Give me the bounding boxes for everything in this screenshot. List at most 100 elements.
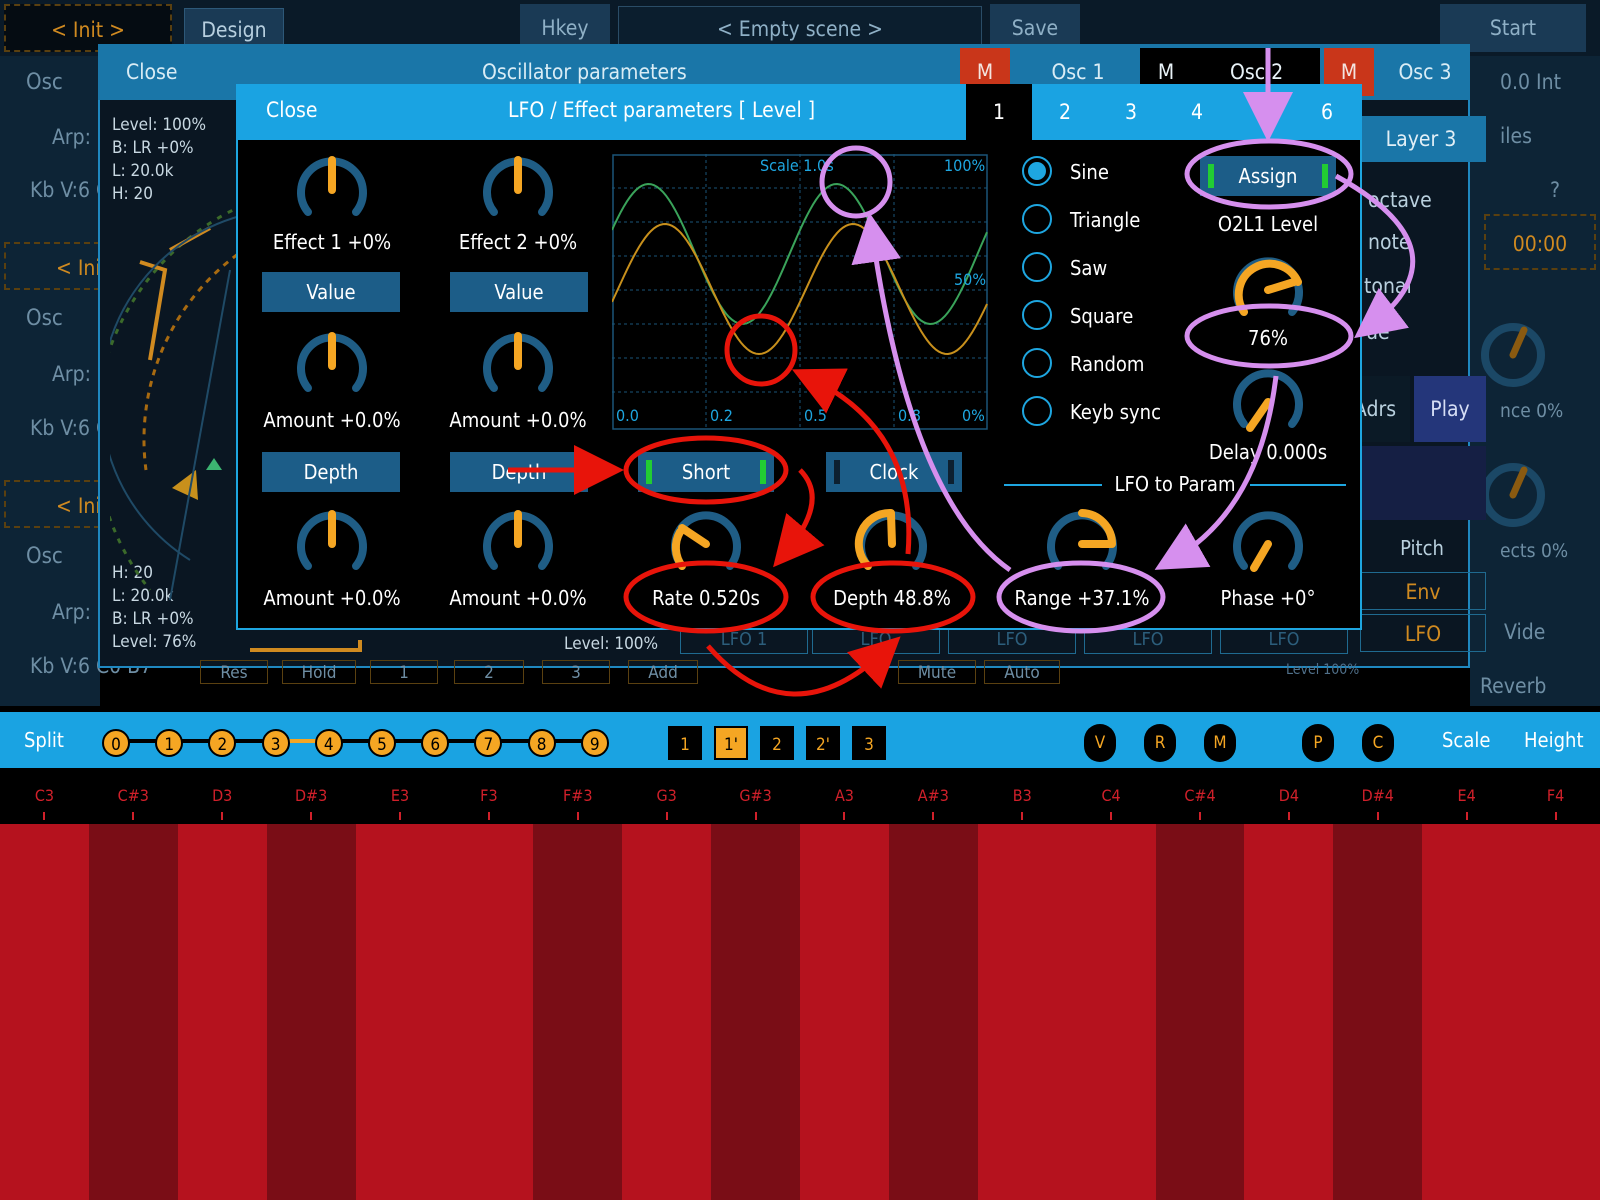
init-layer2[interactable]: < Ini: [4, 242, 101, 290]
piano-key-as3[interactable]: [888, 824, 979, 1200]
rate-knob[interactable]: [668, 506, 744, 582]
piano-key-d4[interactable]: [1244, 824, 1334, 1200]
waveform-radio-keyb-sync[interactable]: [1022, 396, 1052, 426]
range-knob[interactable]: [1044, 506, 1120, 582]
height-button[interactable]: Height: [1524, 728, 1584, 752]
lfo-tab-4[interactable]: 4: [1164, 84, 1230, 140]
tempo-int[interactable]: 0.0 Int: [1500, 70, 1561, 94]
target-level-knob[interactable]: [1230, 252, 1306, 328]
effect2-knob[interactable]: [480, 152, 556, 228]
piano-key-c3[interactable]: [0, 824, 90, 1200]
piano-key-cs4[interactable]: [1155, 824, 1245, 1200]
slot-2-button[interactable]: 2: [454, 660, 524, 684]
piano-key-f4[interactable]: [1511, 824, 1600, 1200]
waveform-radio-triangle[interactable]: [1022, 204, 1052, 234]
play-button[interactable]: Play: [1414, 376, 1486, 442]
vide-label[interactable]: Vide: [1504, 620, 1545, 644]
env-button[interactable]: Env: [1360, 572, 1486, 610]
osc3-tab[interactable]: Osc 3: [1380, 48, 1470, 96]
octave-box-3[interactable]: 2: [760, 726, 794, 760]
split-number-0[interactable]: 0: [102, 729, 130, 757]
lfo-tab-1[interactable]: 1: [966, 84, 1032, 140]
effect1-value-button[interactable]: Value: [262, 272, 400, 312]
auto-button[interactable]: Auto: [984, 660, 1060, 684]
arp-label-2[interactable]: Arp:: [52, 362, 91, 386]
lfo-tab-6[interactable]: 6: [1294, 84, 1360, 140]
plot-0-label: 0%: [962, 406, 985, 425]
depth2-button[interactable]: Depth: [450, 452, 588, 492]
effect2-value-button[interactable]: Value: [450, 272, 588, 312]
init-layer3[interactable]: < Ini: [4, 480, 101, 528]
osc-label[interactable]: Osc: [26, 70, 63, 95]
help-button[interactable]: ?: [1550, 178, 1560, 202]
arp-label[interactable]: Arp:: [52, 125, 91, 149]
toolbar-letter-m[interactable]: M: [1204, 724, 1236, 762]
split-number-5[interactable]: 5: [368, 729, 396, 757]
amount3-knob[interactable]: [294, 506, 370, 582]
waveform-label-sine: Sine: [1070, 160, 1109, 184]
lfo-close-button[interactable]: Close: [266, 98, 317, 122]
osc-close-button[interactable]: Close: [126, 60, 177, 84]
piano-key-gs3[interactable]: [711, 824, 801, 1200]
piano-key-b3[interactable]: [977, 824, 1068, 1200]
effect1-knob[interactable]: [294, 152, 370, 228]
piano-key-label: G3: [656, 786, 677, 805]
hold-button[interactable]: Hold: [282, 660, 356, 684]
octave-box-4[interactable]: 2': [806, 726, 840, 760]
piano-key-ds4[interactable]: [1333, 824, 1423, 1200]
split-number-4[interactable]: 4: [314, 729, 343, 757]
toolbar-letter-r[interactable]: R: [1144, 724, 1176, 762]
piano-key-g3[interactable]: [622, 824, 712, 1200]
lfo-tab-3[interactable]: 3: [1098, 84, 1164, 140]
add-button[interactable]: Add: [628, 660, 698, 684]
arp-label-3[interactable]: Arp:: [52, 600, 91, 624]
toolbar-letter-p[interactable]: P: [1302, 724, 1334, 762]
piano-key-label: A3: [834, 786, 854, 805]
slot-1-button[interactable]: 1: [370, 660, 438, 684]
lfo-button[interactable]: LFO: [1360, 614, 1486, 652]
waveform-radio-random[interactable]: [1022, 348, 1052, 378]
octave-box-1[interactable]: 1: [668, 726, 702, 760]
lfo-tab-5[interactable]: 5: [1234, 84, 1300, 140]
piano-key-f3[interactable]: [444, 824, 534, 1200]
piano-key-d3[interactable]: [177, 824, 268, 1200]
osc-label-3[interactable]: Osc: [26, 544, 63, 569]
res-button[interactable]: Res: [200, 660, 268, 684]
reverb-label[interactable]: Reverb: [1480, 674, 1546, 698]
piano-key-a3[interactable]: [800, 824, 890, 1200]
amount2-knob[interactable]: [480, 328, 556, 404]
piano-key-cs3[interactable]: [88, 824, 179, 1200]
depth-knob[interactable]: [854, 506, 930, 582]
osc2-tab-label[interactable]: Osc 2: [1230, 60, 1283, 84]
split-button[interactable]: Split: [24, 728, 64, 752]
split-number-1[interactable]: 1: [155, 729, 184, 757]
split-number-8[interactable]: 8: [527, 729, 556, 757]
piano-key-ds3[interactable]: [266, 824, 357, 1200]
piano-key-e4[interactable]: [1422, 824, 1512, 1200]
depth1-button[interactable]: Depth: [262, 452, 400, 492]
waveform-radio-saw[interactable]: [1022, 252, 1052, 282]
phase-knob[interactable]: [1230, 506, 1306, 582]
amount1-knob[interactable]: [294, 328, 370, 404]
files-label[interactable]: iles: [1500, 124, 1532, 148]
split-number-6[interactable]: 6: [421, 729, 450, 757]
amount4-knob[interactable]: [480, 506, 556, 582]
piano-key-c4[interactable]: [1066, 824, 1157, 1200]
delay-knob[interactable]: [1230, 364, 1306, 440]
scale-button[interactable]: Scale: [1442, 728, 1490, 752]
piano-key-fs3[interactable]: [533, 824, 623, 1200]
toolbar-letter-v[interactable]: V: [1084, 724, 1116, 762]
toolbar-letter-c[interactable]: C: [1362, 724, 1394, 762]
split-number-3[interactable]: 3: [261, 729, 290, 757]
mute-button[interactable]: Mute: [898, 660, 976, 684]
layer3-button[interactable]: Layer 3: [1356, 116, 1486, 162]
octave-box-2[interactable]: 1': [714, 726, 748, 760]
lfo-tab-2[interactable]: 2: [1032, 84, 1098, 140]
octave-box-5[interactable]: 3: [852, 726, 886, 760]
osc-label-2[interactable]: Osc: [26, 306, 63, 331]
piano-key-tick: [843, 812, 846, 820]
split-number-9[interactable]: 9: [580, 729, 609, 757]
waveform-radio-square[interactable]: [1022, 300, 1052, 330]
slot-3-button[interactable]: 3: [542, 660, 610, 684]
piano-key-e3[interactable]: [355, 824, 445, 1200]
